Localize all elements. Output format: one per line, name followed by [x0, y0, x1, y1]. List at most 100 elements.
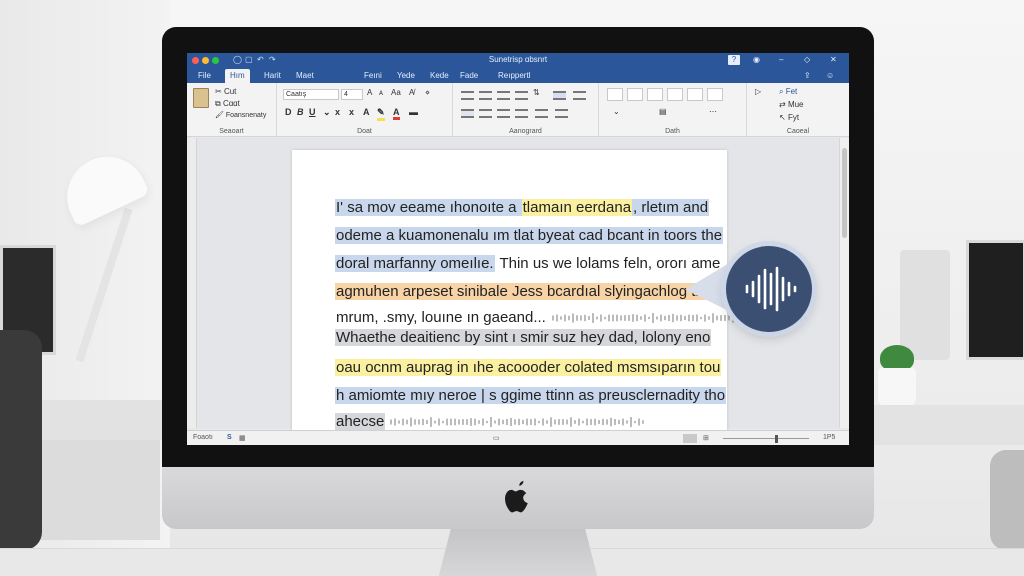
office-chair-right [990, 450, 1024, 550]
shrink-font-button[interactable]: ᴀ [379, 88, 383, 97]
superscript-icon[interactable]: x [349, 107, 354, 117]
align-left-icon[interactable] [461, 109, 474, 118]
document-line[interactable]: h amiomte mıy neroe | s ggime ttinn as p… [335, 386, 727, 406]
document-line[interactable]: agmuhen arpeset sinibale Jess bcardıal s… [335, 282, 714, 302]
highlighted-text: Whaethe deaitienc by sint ı smir suz hey… [335, 329, 712, 346]
tab-design[interactable]: Maet [291, 69, 319, 83]
highlight-color-icon[interactable]: ✎ [377, 107, 385, 121]
cut-button[interactable]: ✂ Cut [215, 87, 236, 96]
save-icon[interactable]: ▢ [245, 55, 253, 64]
page-count[interactable]: Foaotı [193, 434, 213, 441]
styles-more-icon[interactable]: ⋯ [709, 107, 717, 116]
vertical-scrollbar[interactable] [839, 138, 849, 428]
replace-button[interactable]: ⇄ Mue [779, 100, 804, 109]
tab-file[interactable]: File [193, 69, 216, 83]
styles-pane-icon[interactable]: ▤ [659, 107, 667, 116]
bold-icon[interactable]: D [285, 107, 292, 117]
select-button[interactable]: ↖ Fyt [779, 113, 799, 122]
window-title: Sunetrisp ɑbsnrt [488, 55, 548, 64]
text-effects-icon[interactable]: ⋄ [425, 88, 430, 97]
document-page[interactable]: I' sa mov eeame ıhonoıte a tlamaın eerda… [292, 150, 806, 440]
scrollbar-thumb[interactable] [842, 148, 847, 238]
line-spacing-icon[interactable] [535, 109, 548, 118]
close-button[interactable]: ✕ [830, 55, 837, 64]
tab-insert[interactable]: Harit [259, 69, 286, 83]
zoom-level[interactable]: 1P5 [823, 434, 835, 441]
tab-references[interactable]: Yede [392, 69, 420, 83]
tab-layout[interactable]: Feıni [359, 69, 387, 83]
comments-icon[interactable]: ☺ [821, 69, 839, 83]
undo-icon[interactable]: ↶ [257, 55, 264, 64]
style-no-spacing[interactable] [627, 88, 643, 101]
character-shading-icon[interactable]: ▬ [409, 107, 418, 117]
document-line[interactable]: doral marfanny omeılıe. Thin us we lolam… [335, 254, 721, 274]
print-layout-view-button[interactable] [683, 434, 697, 443]
tab-home[interactable]: Hım [225, 69, 250, 83]
tab-review[interactable]: Fade [455, 69, 483, 83]
document-line[interactable]: I' sa mov eeame ıhonoıte a tlamaın eerda… [335, 198, 710, 218]
document-line[interactable]: odeme a kuamonenalu ım tlat byeat cad bc… [335, 226, 724, 246]
style-title[interactable] [687, 88, 703, 101]
close-window-button[interactable] [192, 57, 199, 64]
document-line[interactable]: oau ocnm auprag in ıhe acoooder colated … [335, 358, 722, 378]
italic-icon[interactable]: B [297, 107, 304, 117]
redo-icon[interactable]: ↷ [269, 55, 276, 64]
highlighted-text: oau ocnm auprag in ıhe acoooder colated … [335, 359, 722, 376]
font-name-dropdown[interactable]: Caatış [283, 89, 339, 100]
styles-arrow-icon[interactable]: ⌄ [613, 107, 620, 116]
show-marks-icon[interactable] [553, 91, 566, 100]
document-line[interactable]: Whaethe deaitienc by sint ı smir suz hey… [335, 328, 712, 348]
align-center-icon[interactable] [479, 109, 492, 118]
align-right-icon[interactable] [497, 109, 510, 118]
ribbon: ✂ Cut ⧉ Cɑɑt 🖌 Foansnenaty Seaoart Caatı… [187, 83, 849, 137]
maximize-button[interactable]: ◇ [804, 55, 810, 64]
style-heading-1[interactable] [647, 88, 663, 101]
grow-font-button[interactable]: A [367, 88, 372, 97]
copy-label: Cɑɑt [222, 99, 240, 108]
copy-button[interactable]: ⧉ Cɑɑt [215, 99, 240, 109]
background-monitor-right-back [900, 250, 950, 360]
zoom-window-button[interactable] [212, 57, 219, 64]
underline-icon[interactable]: U [309, 107, 316, 117]
dictate-icon[interactable]: ▷ [755, 87, 761, 96]
web-layout-view-icon[interactable]: ⊞ [703, 434, 709, 442]
highlighted-text: ahecse [335, 413, 386, 430]
paste-icon[interactable] [193, 88, 209, 108]
zoom-slider[interactable] [723, 438, 809, 439]
office-chair-left [0, 330, 42, 550]
bullets-icon[interactable] [461, 91, 474, 100]
style-subtitle[interactable] [707, 88, 723, 101]
text-effects-dropdown-icon[interactable]: A [363, 107, 370, 117]
font-size-dropdown[interactable]: 4 [341, 89, 363, 100]
font-color-icon[interactable]: A [393, 107, 400, 120]
strikethrough-icon[interactable]: ⌄ [323, 107, 331, 118]
focus-mode-icon[interactable]: ▭ [493, 434, 500, 442]
minimize-button[interactable]: – [779, 55, 783, 64]
multilevel-list-icon[interactable] [497, 91, 510, 100]
numbering-icon[interactable] [479, 91, 492, 100]
accessibility-icon[interactable]: ▦ [239, 434, 246, 442]
clear-formatting-icon[interactable]: A̸ [409, 88, 414, 97]
document-line[interactable]: ahecse [335, 412, 645, 432]
share-icon[interactable]: ⇪ [799, 69, 816, 83]
style-normal[interactable] [607, 88, 623, 101]
proofing-icon[interactable]: S [227, 434, 232, 441]
account-icon[interactable]: ◉ [753, 55, 760, 64]
tab-mailings[interactable]: Kede [425, 69, 454, 83]
zoom-slider-handle[interactable] [775, 435, 778, 443]
tab-view[interactable]: Reıppertl [493, 69, 535, 83]
autosave-icon[interactable]: ◯ [233, 55, 242, 64]
format-painter-button[interactable]: 🖌 Foansnenaty [215, 111, 266, 119]
justify-icon[interactable] [515, 109, 528, 118]
voice-dictation-button[interactable] [726, 246, 812, 332]
style-heading-2[interactable] [667, 88, 683, 101]
sort-icon[interactable]: ⇅ [533, 88, 540, 97]
increase-indent-icon[interactable] [573, 91, 586, 100]
help-button[interactable]: ? [728, 55, 740, 65]
change-case-button[interactable]: Aa [391, 88, 401, 97]
shading-icon[interactable] [555, 109, 568, 118]
minimize-window-button[interactable] [202, 57, 209, 64]
decrease-indent-icon[interactable] [515, 91, 528, 100]
find-button[interactable]: ⌕ Fet [779, 87, 797, 97]
subscript-icon[interactable]: x [335, 107, 340, 117]
